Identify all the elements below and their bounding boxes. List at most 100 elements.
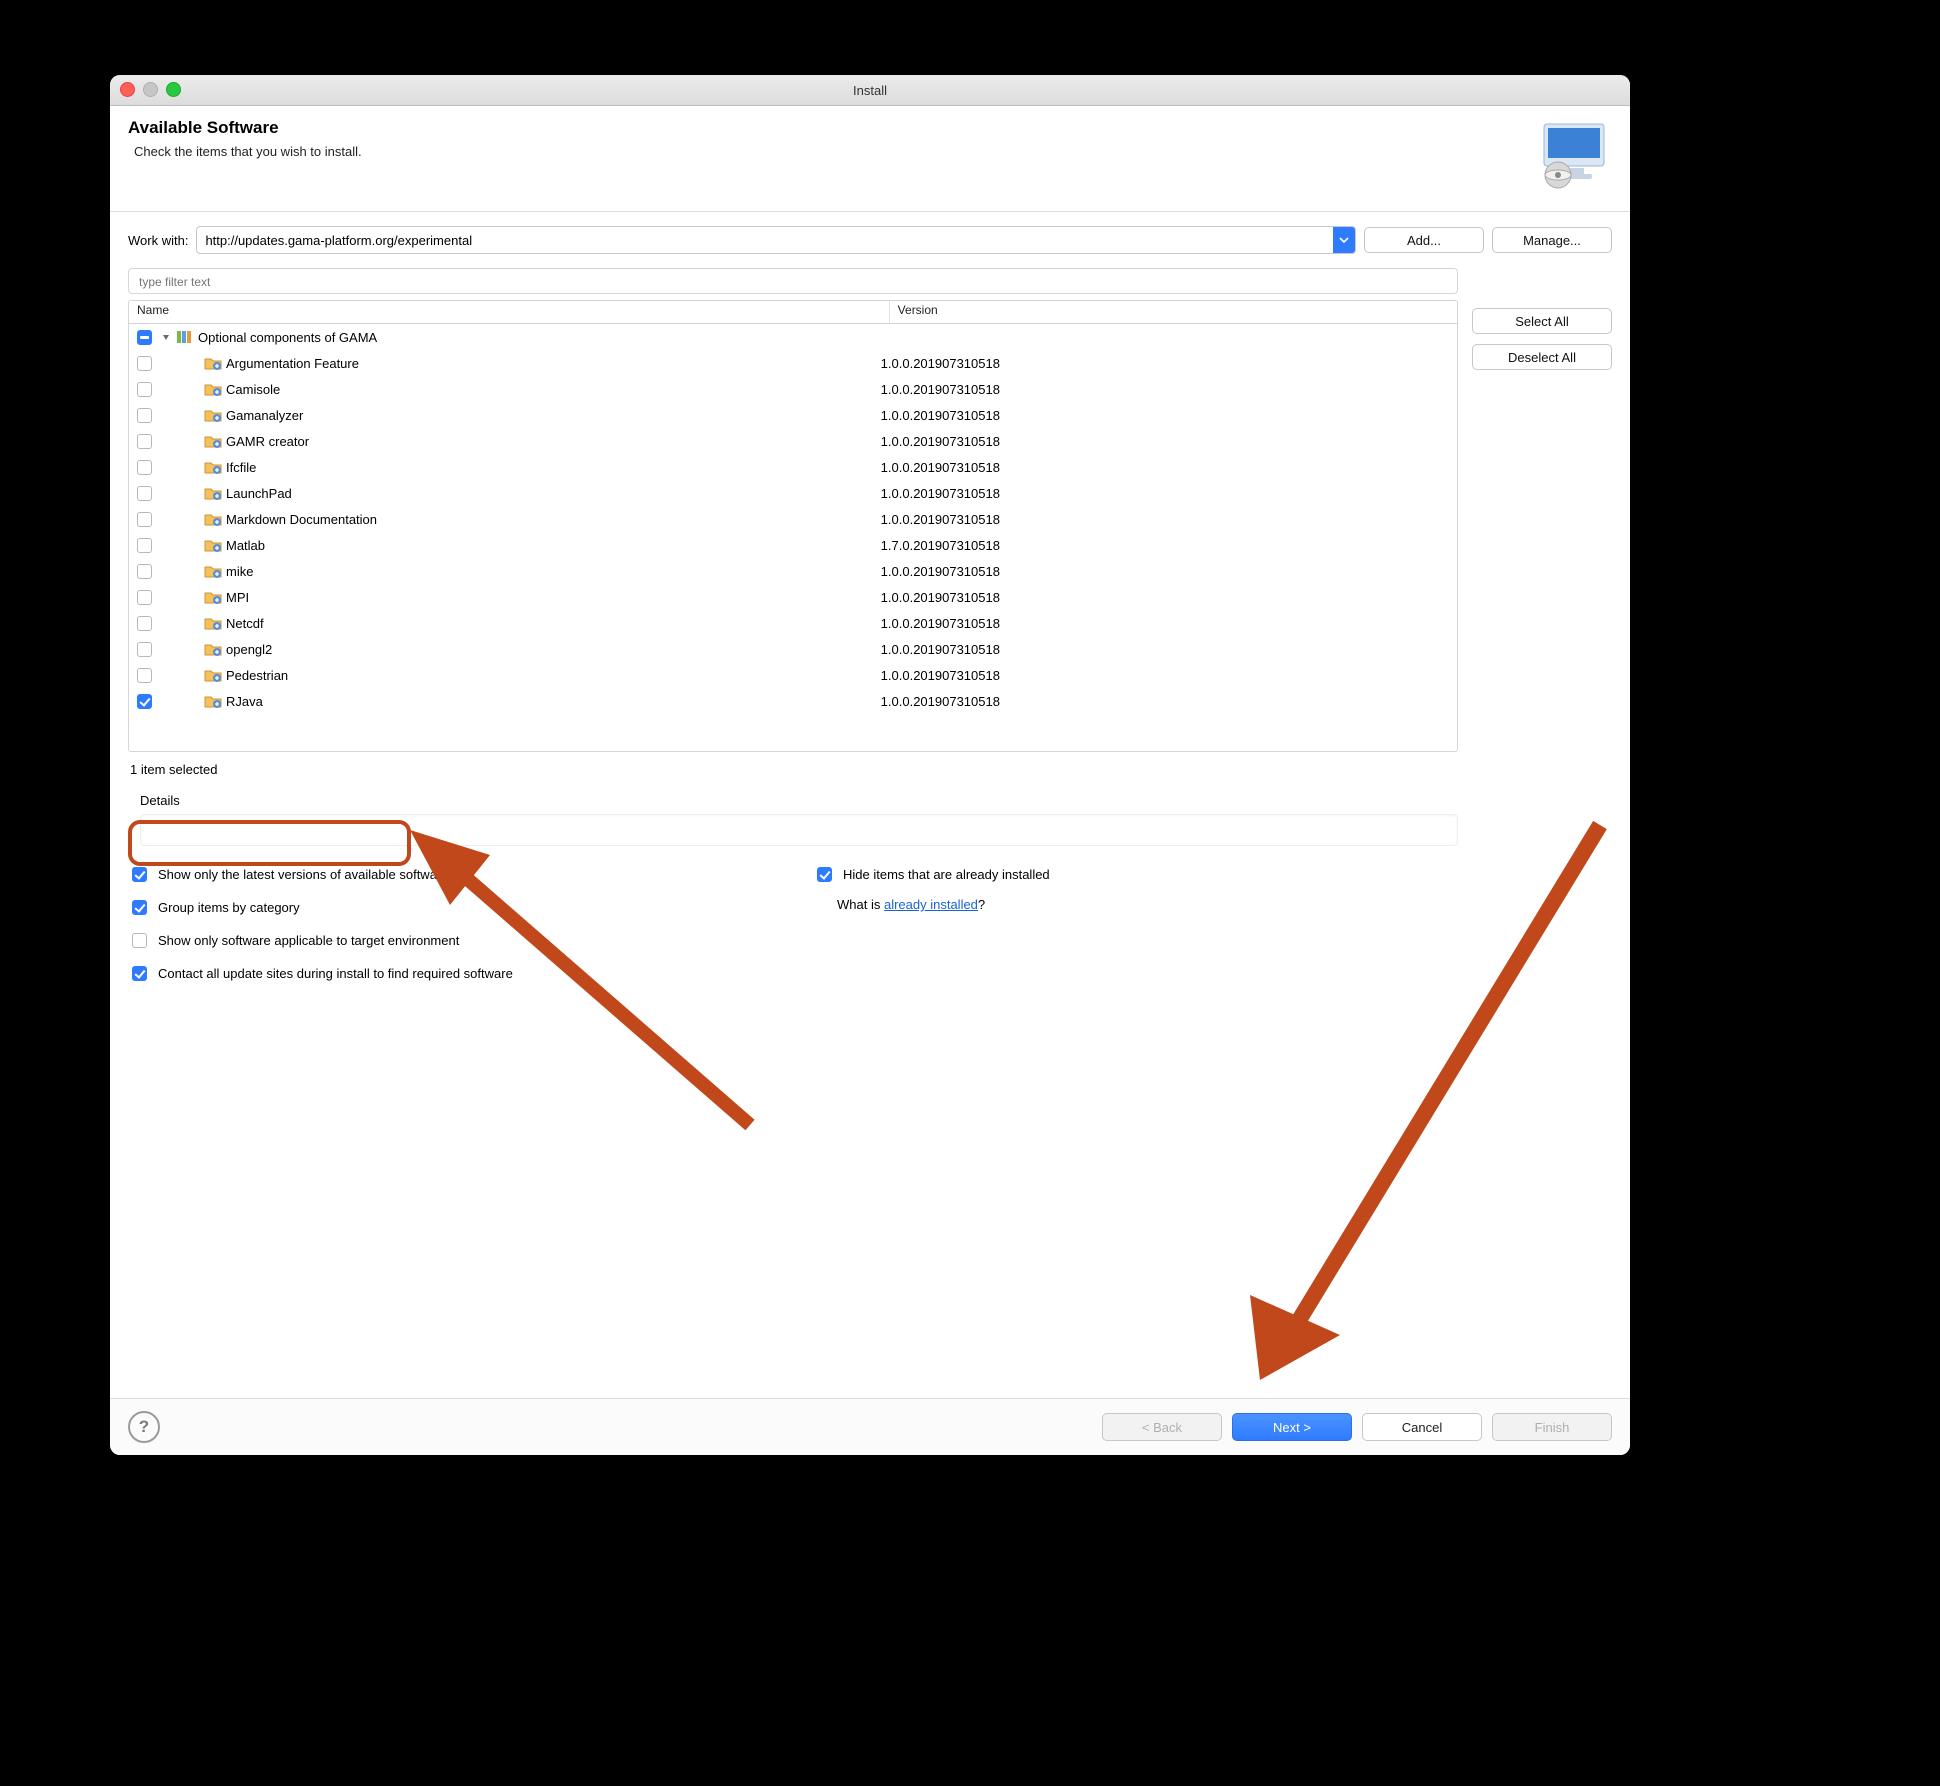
item-label: GAMR creator xyxy=(226,434,309,449)
package-icon xyxy=(204,433,222,449)
item-check[interactable] xyxy=(137,512,152,527)
tree-item[interactable]: Argumentation Feature1.0.0.201907310518 xyxy=(129,350,1457,376)
already-installed-link[interactable]: already installed xyxy=(884,897,978,912)
opt-latest[interactable]: Show only the latest versions of availab… xyxy=(128,864,773,885)
item-version: 1.0.0.201907310518 xyxy=(873,590,1457,605)
item-check[interactable] xyxy=(137,356,152,371)
tree-item[interactable]: Camisole1.0.0.201907310518 xyxy=(129,376,1457,402)
item-check[interactable] xyxy=(137,382,152,397)
item-check[interactable] xyxy=(137,642,152,657)
package-icon xyxy=(204,381,222,397)
item-label: mike xyxy=(226,564,253,579)
category-label: Optional components of GAMA xyxy=(198,330,377,345)
item-check[interactable] xyxy=(137,668,152,683)
item-check[interactable] xyxy=(137,408,152,423)
tree-item[interactable]: RJava1.0.0.201907310518 xyxy=(129,688,1457,714)
opt-applicable[interactable]: Show only software applicable to target … xyxy=(128,930,773,951)
select-all-button[interactable]: Select All xyxy=(1472,308,1612,334)
item-label: Netcdf xyxy=(226,616,264,631)
package-icon xyxy=(204,563,222,579)
already-installed-line: What is already installed? xyxy=(813,897,1458,912)
item-check[interactable] xyxy=(137,616,152,631)
back-button: < Back xyxy=(1102,1413,1222,1441)
tree-item[interactable]: Gamanalyzer1.0.0.201907310518 xyxy=(129,402,1457,428)
item-check[interactable] xyxy=(137,564,152,579)
cancel-button[interactable]: Cancel xyxy=(1362,1413,1482,1441)
tree-item[interactable]: LaunchPad1.0.0.201907310518 xyxy=(129,480,1457,506)
opt-applicable-check[interactable] xyxy=(132,933,147,948)
next-button[interactable]: Next > xyxy=(1232,1413,1352,1441)
item-label: MPI xyxy=(226,590,249,605)
wizard-footer: ? < Back Next > Cancel Finish xyxy=(110,1398,1630,1455)
tree-item[interactable]: mike1.0.0.201907310518 xyxy=(129,558,1457,584)
item-label: Gamanalyzer xyxy=(226,408,303,423)
chevron-down-icon[interactable] xyxy=(1333,227,1355,253)
window-title: Install xyxy=(853,83,887,98)
item-label: Markdown Documentation xyxy=(226,512,377,527)
opt-group-check[interactable] xyxy=(132,900,147,915)
opt-contact-check[interactable] xyxy=(132,966,147,981)
software-tree[interactable]: Name Version Optional components of GAMA… xyxy=(128,300,1458,752)
item-version: 1.0.0.201907310518 xyxy=(873,382,1457,397)
wizard-header: Available Software Check the items that … xyxy=(110,106,1630,212)
tree-item[interactable]: opengl2 1.0.0.201907310518 xyxy=(129,636,1457,662)
package-icon xyxy=(204,485,222,501)
opt-hide-check[interactable] xyxy=(817,867,832,882)
package-icon xyxy=(204,355,222,371)
tree-item[interactable]: Ifcfile1.0.0.201907310518 xyxy=(129,454,1457,480)
column-version[interactable]: Version xyxy=(890,301,1457,323)
item-label: RJava xyxy=(226,694,263,709)
column-name[interactable]: Name xyxy=(129,301,890,323)
deselect-all-button[interactable]: Deselect All xyxy=(1472,344,1612,370)
tree-header: Name Version xyxy=(129,301,1457,324)
package-icon xyxy=(204,667,222,683)
window-controls xyxy=(120,82,181,97)
opt-latest-check[interactable] xyxy=(132,867,147,882)
item-version: 1.0.0.201907310518 xyxy=(873,356,1457,371)
work-with-combo[interactable] xyxy=(196,226,1356,254)
item-version: 1.0.0.201907310518 xyxy=(873,512,1457,527)
tree-item[interactable]: Markdown Documentation 1.0.0.201907310518 xyxy=(129,506,1457,532)
tree-item[interactable]: Pedestrian1.0.0.201907310518 xyxy=(129,662,1457,688)
help-icon[interactable]: ? xyxy=(128,1411,160,1443)
work-with-input[interactable] xyxy=(197,233,1333,248)
titlebar[interactable]: Install xyxy=(110,75,1630,106)
item-check[interactable] xyxy=(137,538,152,553)
details-box[interactable] xyxy=(140,814,1458,846)
package-icon xyxy=(204,407,222,423)
item-label: Ifcfile xyxy=(226,460,256,475)
disclosure-triangle-icon[interactable] xyxy=(160,331,172,343)
item-check[interactable] xyxy=(137,460,152,475)
tree-item[interactable]: Netcdf1.0.0.201907310518 xyxy=(129,610,1457,636)
item-label: Matlab xyxy=(226,538,265,553)
item-check[interactable] xyxy=(137,434,152,449)
opt-contact[interactable]: Contact all update sites during install … xyxy=(128,963,773,984)
category-check[interactable] xyxy=(137,330,152,345)
filter-input-wrap xyxy=(128,268,1458,294)
tree-item[interactable]: Matlab 1.7.0.201907310518 xyxy=(129,532,1457,558)
item-check[interactable] xyxy=(137,590,152,605)
details-label: Details xyxy=(140,793,1456,808)
opt-hide[interactable]: Hide items that are already installed xyxy=(813,864,1458,885)
tree-item[interactable]: GAMR creator 1.0.0.201907310518 xyxy=(129,428,1457,454)
package-icon xyxy=(204,459,222,475)
page-subtitle: Check the items that you wish to install… xyxy=(134,144,1612,159)
item-check[interactable] xyxy=(137,486,152,501)
add-button[interactable]: Add... xyxy=(1364,227,1484,253)
category-icon xyxy=(176,329,194,345)
maximize-icon[interactable] xyxy=(166,82,181,97)
close-icon[interactable] xyxy=(120,82,135,97)
item-check[interactable] xyxy=(137,694,152,709)
tree-category[interactable]: Optional components of GAMA xyxy=(129,324,1457,350)
item-version: 1.0.0.201907310518 xyxy=(873,642,1457,657)
filter-input[interactable] xyxy=(137,269,1453,295)
package-icon xyxy=(204,641,222,657)
item-version: 1.0.0.201907310518 xyxy=(873,434,1457,449)
item-version: 1.7.0.201907310518 xyxy=(873,538,1457,553)
manage-button[interactable]: Manage... xyxy=(1492,227,1612,253)
opt-group[interactable]: Group items by category xyxy=(128,897,773,918)
item-label: opengl2 xyxy=(226,642,272,657)
tree-item[interactable]: MPI 1.0.0.201907310518 xyxy=(129,584,1457,610)
item-version: 1.0.0.201907310518 xyxy=(873,486,1457,501)
work-with-label: Work with: xyxy=(128,233,188,248)
